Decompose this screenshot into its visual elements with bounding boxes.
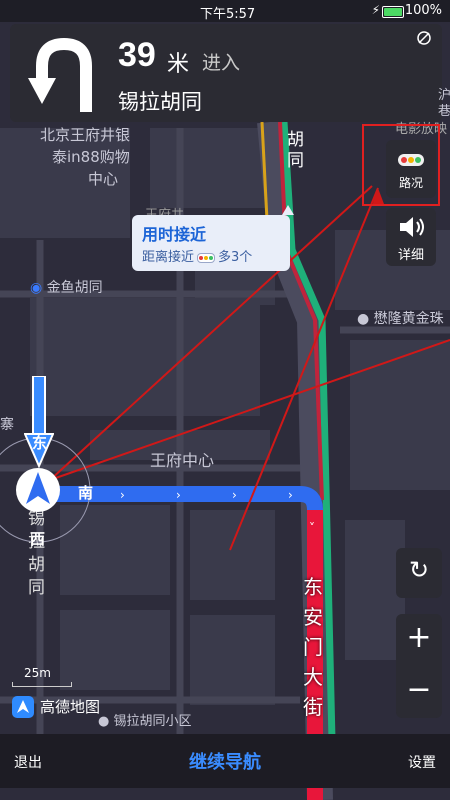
wangfu-center-label: 王府中心: [150, 451, 215, 470]
compass-ring[interactable]: 东 南 西: [0, 376, 98, 548]
dongan-char-4: 大: [303, 665, 323, 689]
zoom-out-button[interactable]: −: [396, 672, 442, 707]
bottom-bar: 退出 继续导航 设置: [0, 734, 450, 788]
charging-icon: ⚡: [371, 3, 380, 17]
poi-dot-icon: ◉: [30, 280, 43, 296]
turn-action: 进入: [202, 52, 241, 74]
mall-label-1: 北京王府井银: [40, 126, 131, 144]
zoom-in-button[interactable]: +: [396, 620, 442, 655]
maolong-label: ● 懋隆黄金珠: [357, 308, 444, 328]
svg-text:˅: ˅: [309, 521, 315, 535]
tip-description: 距离接近 多3个: [142, 246, 252, 265]
mall-label-2: 泰in88购物: [52, 148, 130, 166]
scale-bar: [12, 682, 72, 687]
voice-detail-button[interactable]: 详细: [386, 208, 436, 266]
left-edge-label: 寨: [0, 417, 14, 433]
guidance-card: 39 米 进入 锡拉胡同: [10, 24, 442, 122]
dongan-char-3: 门: [303, 635, 323, 659]
brand-text: 高德地图: [40, 698, 101, 716]
compass-east: 南: [78, 484, 94, 502]
poi-pin-icon: ●: [357, 311, 370, 327]
svg-text:›: ›: [176, 488, 181, 502]
tip-desc-suffix: 多3个: [218, 250, 253, 265]
traffic-light-icon: [197, 252, 216, 263]
distance-value: 39: [118, 36, 156, 74]
svg-text:›: ›: [288, 488, 293, 502]
amap-logo-icon: [12, 696, 34, 718]
gps-signal-icon: [417, 31, 431, 45]
compass-north: 东: [32, 434, 48, 452]
battery-icon: [382, 6, 404, 18]
jinyu-hutong-text: 金鱼胡同: [46, 280, 103, 296]
traffic-button-highlight: [362, 124, 440, 206]
jinyu-hutong-label: ◉ 金鱼胡同: [30, 277, 103, 297]
down-arrow-icon: [24, 376, 54, 468]
settings-button[interactable]: 设置: [408, 752, 436, 772]
svg-text:›: ›: [120, 488, 125, 502]
refresh-route-button[interactable]: ↻: [396, 548, 442, 598]
status-time: 下午5:57: [200, 7, 256, 22]
dongan-vertical-label: 东 安 门 大 街: [303, 572, 323, 722]
detail-label: 详细: [397, 248, 424, 263]
compass-south: 西: [30, 530, 46, 548]
xila-char-3: 胡: [28, 555, 45, 575]
hutong-char-2: 同: [287, 151, 304, 171]
battery-percent: 100%: [404, 3, 442, 18]
speaker-icon: [400, 217, 424, 237]
scale-text: 25m: [24, 666, 51, 680]
dongan-char-5: 街: [303, 695, 323, 719]
hutong-vertical-label: 胡 同: [287, 130, 304, 172]
amap-logo: 高德地图: [12, 694, 120, 720]
distance-unit: 米: [167, 52, 190, 77]
u-turn-icon: [28, 37, 92, 112]
next-road-name: 锡拉胡同: [118, 90, 202, 114]
refresh-icon: ↻: [408, 556, 430, 584]
mall-label-3: 中心: [88, 170, 119, 188]
svg-text:›: ›: [232, 488, 237, 502]
route-tip-card[interactable]: 用时接近 距离接近 多3个: [132, 205, 294, 271]
dongan-char-2: 安: [303, 605, 323, 629]
zoom-control: + −: [396, 614, 442, 718]
top-right-v2: 巷: [438, 104, 450, 119]
tip-title: 用时接近: [142, 225, 207, 244]
hutong-char-1: 胡: [287, 130, 304, 150]
status-bar: 下午5:57 ⚡ 100%: [0, 0, 450, 22]
dongan-char-1: 东: [303, 575, 323, 599]
tip-desc-prefix: 距离接近: [142, 250, 195, 265]
continue-navigation-button[interactable]: 继续导航: [0, 748, 450, 774]
maolong-text: 懋隆黄金珠: [373, 311, 444, 327]
xila-community-text: 锡拉胡同小区: [113, 714, 192, 729]
xila-char-4: 同: [28, 578, 45, 598]
